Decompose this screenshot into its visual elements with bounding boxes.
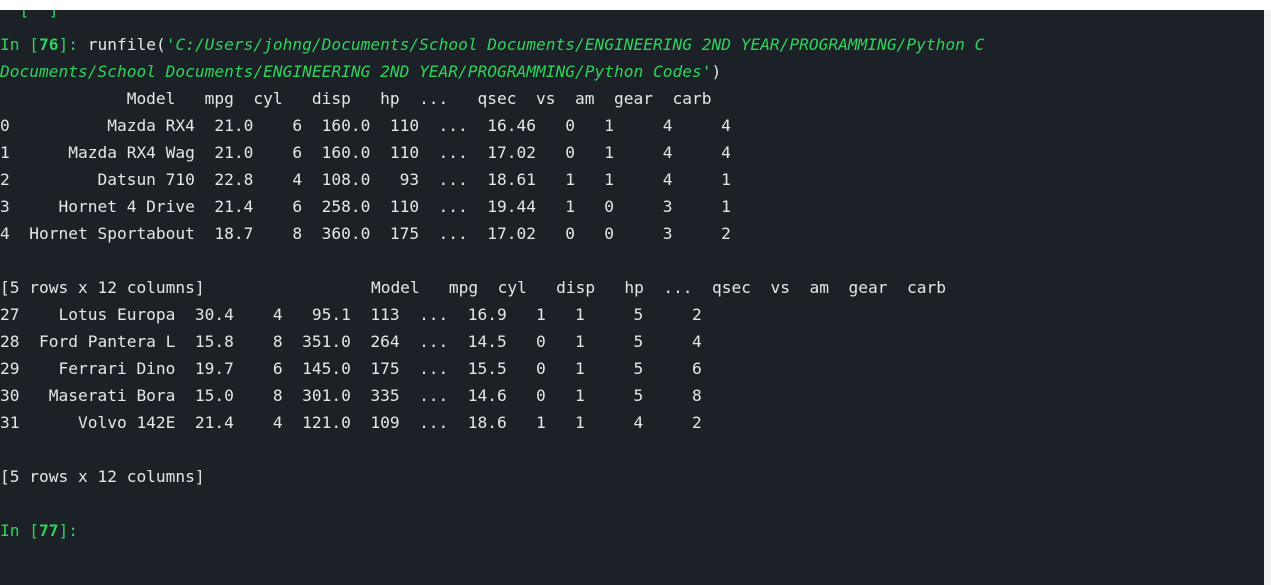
table-row: 31 Volvo 142E 21.4 4 121.0 109 ... 18.6 …: [0, 413, 702, 432]
runfile-call: runfile(: [87, 35, 166, 54]
previous-prompt-fragment: [ ]: [0, 10, 58, 23]
ipython-console[interactable]: [ ] In [76]: runfile('C:/Users/johng/Doc…: [0, 10, 1264, 585]
tail-table-header: Model mpg cyl disp hp ... qsec vs am gea…: [254, 278, 946, 297]
table-row: 1 Mazda RX4 Wag 21.0 6 160.0 110 ... 17.…: [0, 143, 731, 162]
prompt-prefix: In [: [0, 521, 39, 540]
prompt-suffix: ]:: [58, 521, 88, 540]
table-row: 29 Ferrari Dino 19.7 6 145.0 175 ... 15.…: [0, 359, 702, 378]
prompt-suffix: ]:: [58, 35, 88, 54]
head-table-header: Model mpg cyl disp hp ... qsec vs am gea…: [0, 89, 712, 108]
runfile-path-arg: 'C:/Users/johng/Documents/School Documen…: [165, 35, 985, 54]
input-prompt-76-line1[interactable]: In [76]: runfile('C:/Users/johng/Documen…: [0, 31, 984, 58]
table-row: 27 Lotus Europa 30.4 4 95.1 113 ... 16.9…: [0, 305, 702, 324]
runfile-wdir-arg: Documents/School Documents/ENGINEERING 2…: [0, 62, 712, 81]
table-row: 0 Mazda RX4 21.0 6 160.0 110 ... 16.46 0…: [0, 116, 731, 135]
table-row: 2 Datsun 710 22.8 4 108.0 93 ... 18.61 1…: [0, 170, 731, 189]
tail-table-summary: [5 rows x 12 columns]: [0, 467, 205, 486]
table-row: 4 Hornet Sportabout 18.7 8 360.0 175 ...…: [0, 224, 731, 243]
prompt-prefix: In [: [0, 35, 39, 54]
head-table-summary: [5 rows x 12 columns]: [0, 278, 205, 297]
prompt-number: 77: [38, 521, 59, 540]
table-row: 28 Ford Pantera L 15.8 8 351.0 264 ... 1…: [0, 332, 702, 351]
input-prompt-77[interactable]: In [77]:: [0, 517, 88, 544]
vertical-scrollbar[interactable]: [1264, 10, 1271, 585]
close-paren: ): [711, 62, 722, 81]
input-prompt-76-line2: Documents/School Documents/ENGINEERING 2…: [0, 58, 721, 85]
table-row: 30 Maserati Bora 15.0 8 301.0 335 ... 14…: [0, 386, 702, 405]
table-row: 3 Hornet 4 Drive 21.4 6 258.0 110 ... 19…: [0, 197, 731, 216]
prompt-number: 76: [38, 35, 59, 54]
